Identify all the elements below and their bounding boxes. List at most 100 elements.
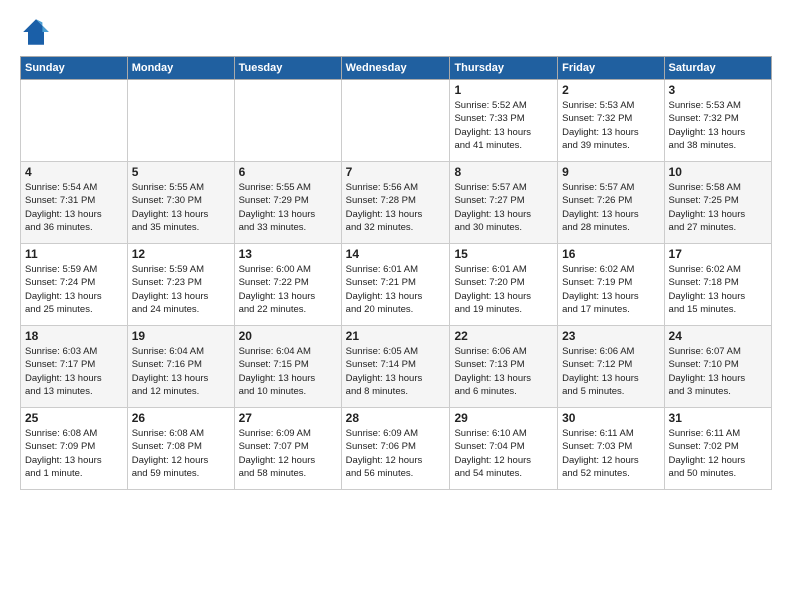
day-cell: 1 Sunrise: 5:52 AMSunset: 7:33 PMDaylight… <box>450 80 558 162</box>
day-info: Sunrise: 5:55 AMSunset: 7:30 PMDaylight:… <box>132 181 230 234</box>
day-number: 7 <box>346 165 446 179</box>
calendar-header: SundayMondayTuesdayWednesdayThursdayFrid… <box>21 57 772 80</box>
day-number: 9 <box>562 165 659 179</box>
day-cell: 18 Sunrise: 6:03 AMSunset: 7:17 PMDayligh… <box>21 326 128 408</box>
day-number: 29 <box>454 411 553 425</box>
day-info: Sunrise: 6:07 AMSunset: 7:10 PMDaylight:… <box>669 345 767 398</box>
day-info: Sunrise: 6:11 AMSunset: 7:02 PMDaylight:… <box>669 427 767 480</box>
day-cell: 16Sunrise: 6:02 AMSunset: 7:19 PMDayligh… <box>558 244 664 326</box>
day-number: 8 <box>454 165 553 179</box>
day-number: 13 <box>239 247 337 261</box>
day-number: 28 <box>346 411 446 425</box>
day-number: 17 <box>669 247 767 261</box>
day-number: 27 <box>239 411 337 425</box>
day-info: Sunrise: 6:08 AMSunset: 7:09 PMDaylight:… <box>25 427 123 480</box>
day-info: Sunrise: 6:04 AMSunset: 7:15 PMDaylight:… <box>239 345 337 398</box>
day-cell: 23 Sunrise: 6:06 AMSunset: 7:12 PMDayligh… <box>558 326 664 408</box>
day-cell: 24Sunrise: 6:07 AMSunset: 7:10 PMDayligh… <box>664 326 771 408</box>
day-info: Sunrise: 6:09 AMSunset: 7:07 PMDaylight:… <box>239 427 337 480</box>
day-info: Sunrise: 6:09 AMSunset: 7:06 PMDaylight:… <box>346 427 446 480</box>
day-number: 15 <box>454 247 553 261</box>
day-info: Sunrise: 6:03 AMSunset: 7:17 PMDaylight:… <box>25 345 123 398</box>
day-info: Sunrise: 6:01 AMSunset: 7:20 PMDaylight:… <box>454 263 553 316</box>
day-cell: 27 Sunrise: 6:09 AMSunset: 7:07 PMDayligh… <box>234 408 341 490</box>
day-info: Sunrise: 5:59 AMSunset: 7:24 PMDaylight:… <box>25 263 123 316</box>
day-cell: 29 Sunrise: 6:10 AMSunset: 7:04 PMDayligh… <box>450 408 558 490</box>
day-number: 11 <box>25 247 123 261</box>
day-info: Sunrise: 6:00 AMSunset: 7:22 PMDaylight:… <box>239 263 337 316</box>
day-info: Sunrise: 5:58 AMSunset: 7:25 PMDaylight:… <box>669 181 767 234</box>
weekday-header-saturday: Saturday <box>664 57 771 80</box>
day-number: 22 <box>454 329 553 343</box>
day-cell: 8Sunrise: 5:57 AMSunset: 7:27 PMDaylight… <box>450 162 558 244</box>
calendar-body: 1 Sunrise: 5:52 AMSunset: 7:33 PMDaylight… <box>21 80 772 490</box>
day-cell: 3 Sunrise: 5:53 AMSunset: 7:32 PMDaylight… <box>664 80 771 162</box>
day-cell: 20 Sunrise: 6:04 AMSunset: 7:15 PMDayligh… <box>234 326 341 408</box>
day-cell: 7 Sunrise: 5:56 AMSunset: 7:28 PMDaylight… <box>341 162 450 244</box>
day-info: Sunrise: 5:56 AMSunset: 7:28 PMDaylight:… <box>346 181 446 234</box>
weekday-header-sunday: Sunday <box>21 57 128 80</box>
day-info: Sunrise: 6:06 AMSunset: 7:12 PMDaylight:… <box>562 345 659 398</box>
week-row-2: 4Sunrise: 5:54 AMSunset: 7:31 PMDaylight… <box>21 162 772 244</box>
day-number: 10 <box>669 165 767 179</box>
day-number: 12 <box>132 247 230 261</box>
day-info: Sunrise: 5:54 AMSunset: 7:31 PMDaylight:… <box>25 181 123 234</box>
weekday-row: SundayMondayTuesdayWednesdayThursdayFrid… <box>21 57 772 80</box>
day-cell: 30 Sunrise: 6:11 AMSunset: 7:03 PMDayligh… <box>558 408 664 490</box>
page: SundayMondayTuesdayWednesdayThursdayFrid… <box>0 0 792 612</box>
day-number: 30 <box>562 411 659 425</box>
week-row-3: 11 Sunrise: 5:59 AMSunset: 7:24 PMDayligh… <box>21 244 772 326</box>
day-number: 1 <box>454 83 553 97</box>
day-info: Sunrise: 6:06 AMSunset: 7:13 PMDaylight:… <box>454 345 553 398</box>
day-info: Sunrise: 6:02 AMSunset: 7:19 PMDaylight:… <box>562 263 659 316</box>
day-cell: 17 Sunrise: 6:02 AMSunset: 7:18 PMDayligh… <box>664 244 771 326</box>
day-cell <box>21 80 128 162</box>
day-number: 20 <box>239 329 337 343</box>
day-info: Sunrise: 6:04 AMSunset: 7:16 PMDaylight:… <box>132 345 230 398</box>
day-number: 26 <box>132 411 230 425</box>
day-number: 5 <box>132 165 230 179</box>
day-number: 19 <box>132 329 230 343</box>
weekday-header-friday: Friday <box>558 57 664 80</box>
day-number: 25 <box>25 411 123 425</box>
day-cell: 26 Sunrise: 6:08 AMSunset: 7:08 PMDayligh… <box>127 408 234 490</box>
day-cell: 10 Sunrise: 5:58 AMSunset: 7:25 PMDayligh… <box>664 162 771 244</box>
day-info: Sunrise: 6:10 AMSunset: 7:04 PMDaylight:… <box>454 427 553 480</box>
day-cell: 13 Sunrise: 6:00 AMSunset: 7:22 PMDayligh… <box>234 244 341 326</box>
day-number: 31 <box>669 411 767 425</box>
day-cell: 22 Sunrise: 6:06 AMSunset: 7:13 PMDayligh… <box>450 326 558 408</box>
day-number: 21 <box>346 329 446 343</box>
day-info: Sunrise: 5:57 AMSunset: 7:26 PMDaylight:… <box>562 181 659 234</box>
day-cell: 15 Sunrise: 6:01 AMSunset: 7:20 PMDayligh… <box>450 244 558 326</box>
day-info: Sunrise: 6:02 AMSunset: 7:18 PMDaylight:… <box>669 263 767 316</box>
day-cell <box>341 80 450 162</box>
day-number: 23 <box>562 329 659 343</box>
day-info: Sunrise: 6:08 AMSunset: 7:08 PMDaylight:… <box>132 427 230 480</box>
day-cell <box>127 80 234 162</box>
day-info: Sunrise: 5:59 AMSunset: 7:23 PMDaylight:… <box>132 263 230 316</box>
day-cell <box>234 80 341 162</box>
day-cell: 2Sunrise: 5:53 AMSunset: 7:32 PMDaylight… <box>558 80 664 162</box>
day-info: Sunrise: 5:53 AMSunset: 7:32 PMDaylight:… <box>669 99 767 152</box>
day-cell: 12 Sunrise: 5:59 AMSunset: 7:23 PMDayligh… <box>127 244 234 326</box>
day-number: 18 <box>25 329 123 343</box>
day-cell: 19 Sunrise: 6:04 AMSunset: 7:16 PMDayligh… <box>127 326 234 408</box>
day-cell: 6Sunrise: 5:55 AMSunset: 7:29 PMDaylight… <box>234 162 341 244</box>
day-number: 3 <box>669 83 767 97</box>
day-info: Sunrise: 5:52 AMSunset: 7:33 PMDaylight:… <box>454 99 553 152</box>
header <box>20 16 772 48</box>
weekday-header-tuesday: Tuesday <box>234 57 341 80</box>
day-cell: 31 Sunrise: 6:11 AMSunset: 7:02 PMDayligh… <box>664 408 771 490</box>
day-number: 14 <box>346 247 446 261</box>
day-number: 2 <box>562 83 659 97</box>
weekday-header-wednesday: Wednesday <box>341 57 450 80</box>
day-cell: 4Sunrise: 5:54 AMSunset: 7:31 PMDaylight… <box>21 162 128 244</box>
week-row-1: 1 Sunrise: 5:52 AMSunset: 7:33 PMDaylight… <box>21 80 772 162</box>
weekday-header-monday: Monday <box>127 57 234 80</box>
day-cell: 21Sunrise: 6:05 AMSunset: 7:14 PMDayligh… <box>341 326 450 408</box>
weekday-header-thursday: Thursday <box>450 57 558 80</box>
day-cell: 11 Sunrise: 5:59 AMSunset: 7:24 PMDayligh… <box>21 244 128 326</box>
day-info: Sunrise: 6:11 AMSunset: 7:03 PMDaylight:… <box>562 427 659 480</box>
day-info: Sunrise: 5:55 AMSunset: 7:29 PMDaylight:… <box>239 181 337 234</box>
day-cell: 5 Sunrise: 5:55 AMSunset: 7:30 PMDaylight… <box>127 162 234 244</box>
